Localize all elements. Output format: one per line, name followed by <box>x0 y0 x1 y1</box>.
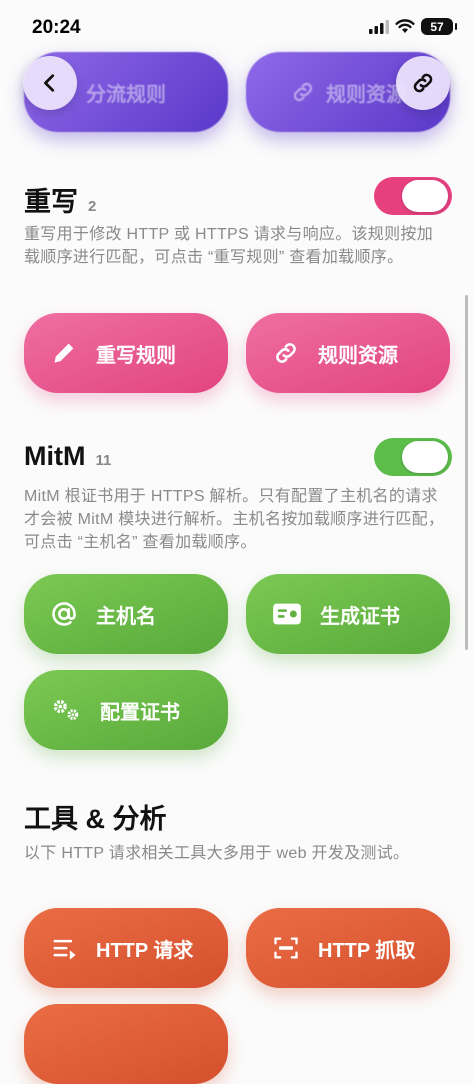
rule-resources-label: 规则资源 <box>318 344 398 367</box>
tools-title: 工具 & 分析 <box>24 804 167 834</box>
list-send-icon <box>53 939 76 960</box>
http-capture-label: HTTP 抓取 <box>318 939 416 962</box>
pencil-icon <box>54 343 74 363</box>
rule-resources-button[interactable]: 规则资源 <box>246 313 450 393</box>
link-icon <box>276 343 296 363</box>
mitm-toggle[interactable] <box>374 438 452 476</box>
http-request-button[interactable]: HTTP 请求 <box>24 908 228 988</box>
wifi-icon <box>395 19 415 33</box>
mitm-section-title: MitM 11 <box>24 441 111 472</box>
generate-certificate-button[interactable]: 生成证书 <box>246 574 450 654</box>
rewrite-description: 重写用于修改 HTTP 或 HTTPS 请求与响应。该规则按加载顺序进行匹配，可… <box>24 226 434 266</box>
rewrite-title: 重写 <box>24 187 78 217</box>
configure-certificate-label: 配置证书 <box>100 701 180 724</box>
mitm-count: 11 <box>95 452 112 469</box>
link-button[interactable] <box>396 56 450 110</box>
http-capture-button[interactable]: HTTP 抓取 <box>246 908 450 988</box>
tools-description: 以下 HTTP 请求相关工具大多用于 web 开发及测试。 <box>24 845 410 862</box>
hostname-button[interactable]: 主机名 <box>24 574 228 654</box>
rewrite-section-title: 重写 2 <box>24 180 96 219</box>
link-icon <box>413 73 433 93</box>
rewrite-count: 2 <box>88 198 97 215</box>
generate-certificate-label: 生成证书 <box>320 605 400 628</box>
split-rules-label: 分流规则 <box>86 83 166 106</box>
tools-next-button[interactable] <box>24 1004 228 1084</box>
signal-icon <box>369 19 389 34</box>
scrollbar[interactable] <box>465 295 468 650</box>
http-capture-icon <box>274 937 298 959</box>
mitm-description: MitM 根证书用于 HTTPS 解析。只有配置了主机名的请求才会被 MitM … <box>24 488 445 551</box>
status-bar: 20:24 57 <box>0 0 473 56</box>
certificate-icon <box>273 603 301 625</box>
back-button[interactable] <box>23 56 77 110</box>
gears-icon <box>53 700 79 720</box>
at-icon <box>52 602 76 626</box>
battery-level: 57 <box>430 19 444 34</box>
battery-icon: 57 <box>421 18 457 35</box>
mitm-title: MitM <box>24 441 86 471</box>
rewrite-rules-label: 重写规则 <box>96 344 176 367</box>
status-time: 20:24 <box>32 17 81 38</box>
toggle-knob <box>402 441 448 473</box>
rewrite-rules-button[interactable]: 重写规则 <box>24 313 228 393</box>
configure-certificate-button[interactable]: 配置证书 <box>24 670 228 750</box>
http-request-label: HTTP 请求 <box>96 939 194 962</box>
status-icons: 57 <box>369 18 457 35</box>
chevron-left-icon <box>44 74 55 92</box>
rewrite-toggle[interactable] <box>374 177 452 215</box>
rule-resources-top-label: 规则资源 <box>326 83 406 106</box>
tools-section-title: 工具 & 分析 <box>24 797 167 836</box>
toggle-knob <box>402 180 448 212</box>
link-icon <box>293 82 313 102</box>
hostname-label: 主机名 <box>96 605 156 628</box>
